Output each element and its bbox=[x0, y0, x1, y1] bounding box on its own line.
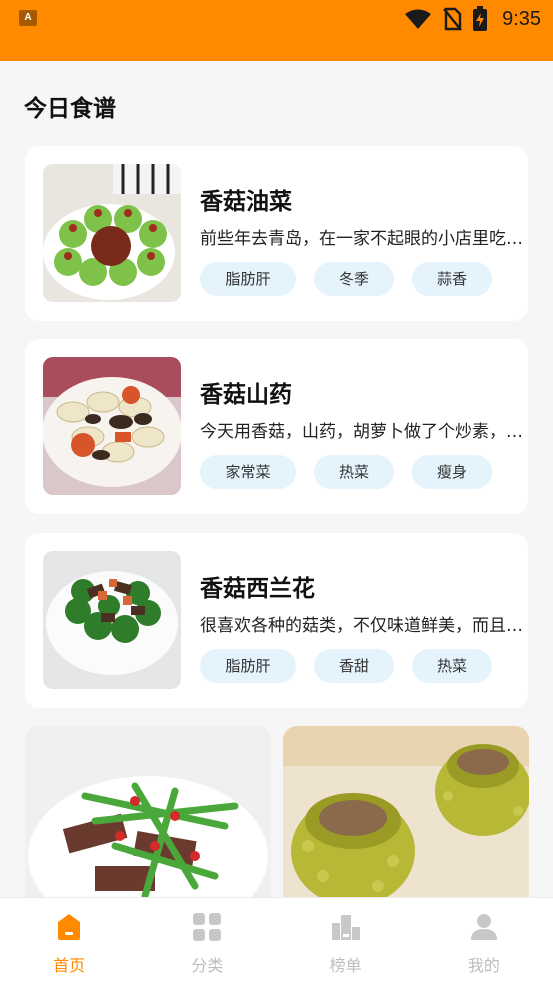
clock: 9:35 bbox=[502, 7, 541, 30]
recipe-description: 前些年去青岛，在一家不起眼的小店里吃到这道菜 bbox=[200, 229, 526, 249]
recipe-description: 今天用香菇，山药，胡萝卜做了个炒素，清淡爽口 bbox=[200, 422, 526, 442]
tag-chip[interactable]: 脂肪肝 bbox=[200, 649, 296, 683]
tag-chip[interactable]: 蒜香 bbox=[412, 262, 492, 296]
tag-chip[interactable]: 瘦身 bbox=[412, 455, 492, 489]
recipe-description: 很喜欢各种的菇类，不仅味道鲜美，而且营养丰富 bbox=[200, 616, 526, 636]
tab-label: 首页 bbox=[53, 956, 86, 975]
recipe-grid-card[interactable] bbox=[25, 726, 271, 897]
tag-chip[interactable]: 家常菜 bbox=[200, 455, 296, 489]
tag-chip[interactable]: 脂肪肝 bbox=[200, 262, 296, 296]
recipe-card[interactable]: 香菇西兰花 很喜欢各种的菇类，不仅味道鲜美，而且营养丰富 脂肪肝 香甜 热菜 bbox=[25, 533, 528, 708]
tab-label: 榜单 bbox=[329, 956, 362, 975]
tag-list: 脂肪肝 香甜 热菜 bbox=[200, 649, 492, 683]
tag-chip[interactable]: 热菜 bbox=[314, 455, 394, 489]
tab-label: 分类 bbox=[191, 956, 224, 975]
tab-home[interactable]: 首页 bbox=[0, 898, 138, 983]
dish-photo-icon bbox=[25, 726, 271, 897]
tab-profile[interactable]: 我的 bbox=[415, 898, 553, 983]
tab-label: 我的 bbox=[467, 956, 500, 975]
home-icon bbox=[58, 914, 81, 940]
user-icon bbox=[470, 914, 497, 940]
bottom-tab-bar: 首页 分类 榜单 我的 bbox=[0, 897, 553, 983]
recipe-title: 香菇西兰花 bbox=[200, 576, 315, 602]
dish-photo-icon bbox=[43, 357, 181, 495]
dish-photo-icon bbox=[43, 164, 181, 302]
tag-list: 家常菜 热菜 瘦身 bbox=[200, 455, 492, 489]
dish-photo-icon bbox=[43, 551, 181, 689]
recipe-grid-card[interactable] bbox=[283, 726, 529, 897]
tab-ranking[interactable]: 榜单 bbox=[277, 898, 415, 983]
tag-chip[interactable]: 冬季 bbox=[314, 262, 394, 296]
dish-photo-icon bbox=[283, 726, 529, 897]
recipe-card[interactable]: 香菇油菜 前些年去青岛，在一家不起眼的小店里吃到这道菜 脂肪肝 冬季 蒜香 bbox=[25, 146, 528, 321]
ranking-icon bbox=[331, 915, 360, 940]
wifi-icon bbox=[405, 9, 432, 29]
main-content[interactable]: 今日食谱 香菇油菜 前些年去青岛，在一家不起眼的小店里吃到这道菜 脂肪肝 冬季 … bbox=[0, 61, 553, 897]
tag-chip[interactable]: 热菜 bbox=[412, 649, 492, 683]
recipe-card[interactable]: 香菇山药 今天用香菇，山药，胡萝卜做了个炒素，清淡爽口 家常菜 热菜 瘦身 bbox=[25, 339, 528, 514]
battery-charging-icon bbox=[473, 6, 488, 31]
section-title: 今日食谱 bbox=[24, 96, 116, 122]
recipe-title: 香菇油菜 bbox=[200, 189, 292, 215]
tag-list: 脂肪肝 冬季 蒜香 bbox=[200, 262, 492, 296]
app-notification-icon: A bbox=[19, 10, 37, 26]
no-sim-icon bbox=[443, 7, 462, 31]
status-bar: A 9:35 bbox=[0, 0, 553, 61]
status-icons: 9:35 bbox=[404, 5, 541, 33]
grid-icon bbox=[193, 913, 222, 941]
tab-category[interactable]: 分类 bbox=[138, 898, 276, 983]
tag-chip[interactable]: 香甜 bbox=[314, 649, 394, 683]
recipe-title: 香菇山药 bbox=[200, 382, 292, 408]
